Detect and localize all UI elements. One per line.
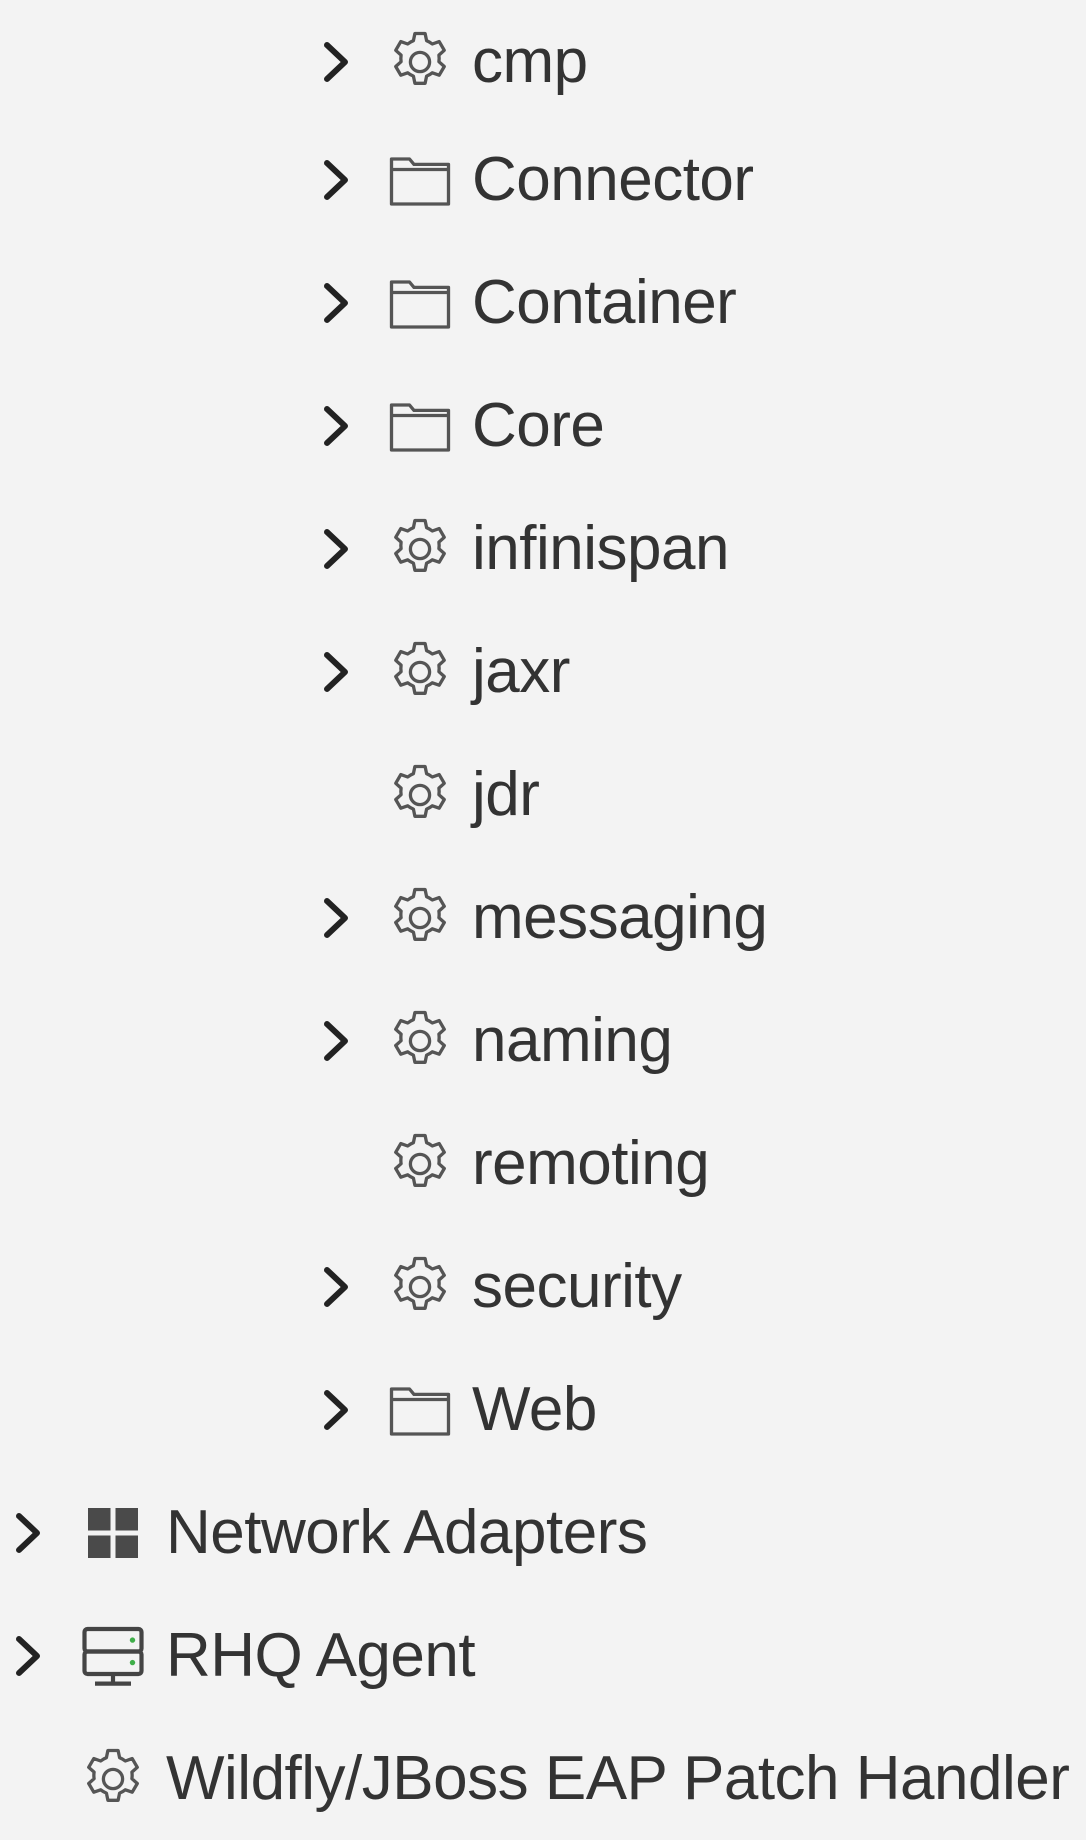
chevron-right-icon[interactable] — [10, 1626, 46, 1686]
resource-tree: cmp Connector Container Core infinispan … — [0, 0, 1086, 1812]
gear-icon — [382, 880, 458, 956]
tree-node-jaxr[interactable]: jaxr — [318, 610, 570, 733]
folder-icon — [382, 1372, 458, 1448]
tree-node-label: jdr — [472, 759, 540, 829]
chevron-right-icon[interactable] — [318, 273, 354, 333]
tree-node-jdr[interactable]: jdr — [318, 733, 540, 856]
tree-node-connector[interactable]: Connector — [318, 118, 754, 241]
tree-node-container[interactable]: Container — [318, 241, 737, 364]
folder-icon — [382, 265, 458, 341]
chevron-right-icon[interactable] — [318, 1257, 354, 1317]
chevron-right-icon[interactable] — [318, 642, 354, 702]
gear-icon — [382, 1003, 458, 1079]
tree-node-label: cmp — [472, 26, 588, 96]
gear-icon — [74, 1741, 152, 1817]
chevron-right-icon[interactable] — [318, 1380, 354, 1440]
chevron-right-icon[interactable] — [10, 1503, 46, 1563]
chevron-right-icon[interactable] — [318, 519, 354, 579]
gear-icon — [382, 634, 458, 710]
tree-node-label: RHQ Agent — [166, 1620, 476, 1690]
tree-node-label: Connector — [472, 144, 754, 214]
tree-node-cmp[interactable]: cmp — [318, 0, 588, 123]
tree-node-label: messaging — [472, 882, 768, 952]
gear-icon — [382, 24, 458, 100]
gear-icon — [382, 1126, 458, 1202]
tree-node-naming[interactable]: naming — [318, 979, 673, 1102]
grid-icon — [74, 1495, 152, 1571]
tree-node-messaging[interactable]: messaging — [318, 856, 768, 979]
tree-node-core[interactable]: Core — [318, 364, 605, 487]
tree-node-network-adapters[interactable]: Network Adapters — [10, 1471, 648, 1594]
tree-node-web[interactable]: Web — [318, 1348, 597, 1471]
chevron-right-icon[interactable] — [318, 150, 354, 210]
tree-node-label: Core — [472, 390, 605, 460]
folder-icon — [382, 142, 458, 218]
gear-icon — [382, 757, 458, 833]
gear-icon — [382, 1249, 458, 1325]
chevron-right-icon[interactable] — [318, 1011, 354, 1071]
tree-node-label: infinispan — [472, 513, 729, 583]
tree-node-label: remoting — [472, 1128, 710, 1198]
tree-node-remoting[interactable]: remoting — [318, 1102, 710, 1225]
chevron-right-icon[interactable] — [318, 32, 354, 92]
tree-node-label: Web — [472, 1374, 597, 1444]
folder-icon — [382, 388, 458, 464]
tree-node-security[interactable]: security — [318, 1225, 682, 1348]
gear-icon — [382, 511, 458, 587]
tree-node-label: Network Adapters — [166, 1497, 648, 1567]
chevron-right-icon[interactable] — [318, 396, 354, 456]
tree-node-label: Wildfly/JBoss EAP Patch Handler — [166, 1743, 1070, 1813]
tree-node-patch-handler[interactable]: Wildfly/JBoss EAP Patch Handler — [10, 1717, 1070, 1840]
tree-node-rhq-agent[interactable]: RHQ Agent — [10, 1594, 476, 1717]
tree-node-label: security — [472, 1251, 682, 1321]
server-icon — [74, 1618, 152, 1694]
chevron-right-icon[interactable] — [318, 888, 354, 948]
tree-node-label: jaxr — [472, 636, 570, 706]
tree-node-label: Container — [472, 267, 737, 337]
tree-node-label: naming — [472, 1005, 673, 1075]
tree-node-infinispan[interactable]: infinispan — [318, 487, 729, 610]
